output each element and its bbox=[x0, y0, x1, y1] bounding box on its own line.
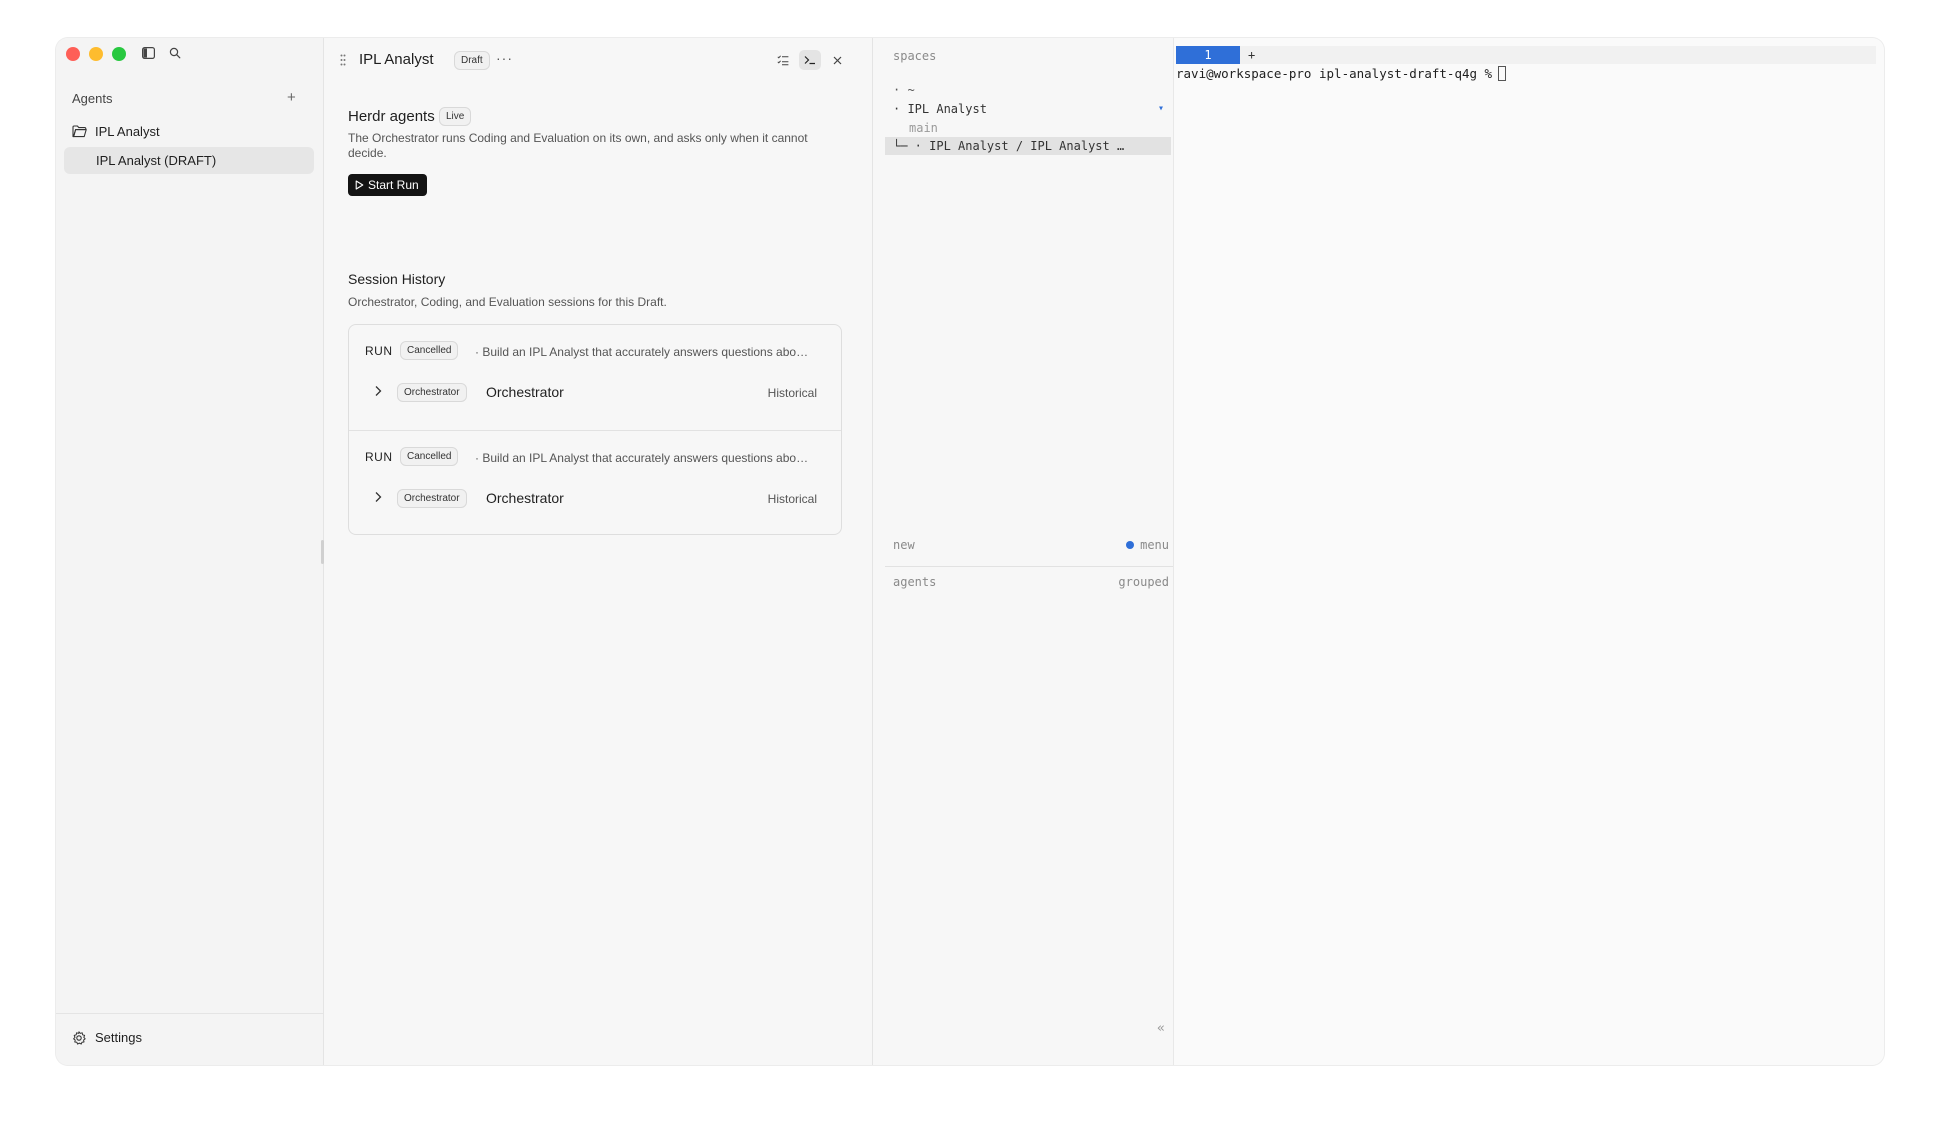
grouped-toggle[interactable]: grouped bbox=[1118, 575, 1169, 589]
herdr-description: The Orchestrator runs Coding and Evaluat… bbox=[348, 131, 808, 160]
terminal-prompt: ravi@workspace-pro ipl-analyst-draft-q4g… bbox=[1176, 66, 1493, 81]
folder-icon bbox=[72, 124, 87, 137]
new-space-button[interactable]: new bbox=[893, 538, 915, 552]
run-status-badge: Cancelled bbox=[400, 447, 459, 466]
gear-icon bbox=[73, 1030, 86, 1045]
chevron-right-icon[interactable] bbox=[373, 385, 383, 397]
run-label: RUN bbox=[365, 344, 393, 358]
status-badge: Draft bbox=[454, 51, 490, 70]
chevron-right-icon[interactable] bbox=[373, 491, 383, 503]
terminal-pane[interactable]: 1 + ravi@workspace-pro ipl-analyst-draft… bbox=[1174, 38, 1884, 1065]
caret-down-icon[interactable]: ▾ bbox=[1158, 103, 1164, 114]
settings-button[interactable]: Settings bbox=[72, 1030, 142, 1045]
collapse-icon[interactable]: « bbox=[1157, 1021, 1165, 1036]
space-ipl-analyst[interactable]: · IPL Analyst bbox=[893, 102, 987, 116]
close-window-button[interactable] bbox=[66, 47, 80, 61]
close-icon bbox=[833, 56, 841, 64]
minimize-window-button[interactable] bbox=[89, 47, 103, 61]
agents-section-header: Agents bbox=[72, 91, 113, 106]
status-dot-icon bbox=[1126, 541, 1135, 549]
page-title: IPL Analyst bbox=[359, 51, 434, 68]
session-history-title: Session History bbox=[348, 271, 446, 287]
menu-button[interactable]: menu bbox=[1126, 538, 1169, 552]
run-description: · Build an IPL Analyst that accurately a… bbox=[475, 345, 809, 359]
terminal-icon bbox=[804, 56, 815, 65]
agent-panel: IPL Analyst Draft ··· Herdr agents Live … bbox=[324, 38, 873, 1065]
run-item[interactable]: RUN Cancelled · Build an IPL Analyst tha… bbox=[349, 325, 841, 429]
sidebar-toggle-icon[interactable] bbox=[142, 47, 155, 59]
run-label: RUN bbox=[365, 450, 393, 464]
session-state: Historical bbox=[767, 492, 817, 506]
agent-session-name[interactable]: Orchestrator bbox=[486, 384, 564, 400]
spaces-label: spaces bbox=[893, 49, 937, 63]
session-history-subtitle: Orchestrator, Coding, and Evaluation ses… bbox=[348, 295, 667, 309]
space-session-item[interactable]: └─ · IPL Analyst / IPL Analyst … bbox=[885, 137, 1171, 155]
play-icon bbox=[355, 180, 364, 190]
sidebar-item-ipl-analyst-draft[interactable]: IPL Analyst (DRAFT) bbox=[64, 147, 314, 174]
terminal-tab-bar: 1 + bbox=[1176, 46, 1876, 64]
terminal-prompt-line[interactable]: ravi@workspace-pro ipl-analyst-draft-q4g… bbox=[1176, 66, 1507, 81]
menu-label: menu bbox=[1140, 538, 1169, 552]
folder-label: IPL Analyst bbox=[95, 123, 160, 139]
maximize-window-button[interactable] bbox=[112, 47, 126, 61]
spaces-divider bbox=[885, 566, 1173, 567]
run-description: · Build an IPL Analyst that accurately a… bbox=[475, 451, 809, 465]
agent-role-badge: Orchestrator bbox=[397, 383, 467, 402]
task-list-button[interactable] bbox=[772, 50, 794, 70]
terminal-toggle-button[interactable] bbox=[799, 50, 821, 70]
sidebar-folder-ipl-analyst[interactable]: IPL Analyst bbox=[72, 121, 160, 141]
spaces-panel: spaces · ~ · IPL Analyst ▾ main └─ · IPL… bbox=[873, 38, 1174, 1065]
sidebar-divider bbox=[56, 1013, 323, 1014]
checklist-icon bbox=[777, 54, 789, 65]
agent-session-name[interactable]: Orchestrator bbox=[486, 490, 564, 506]
agent-role-badge: Orchestrator bbox=[397, 489, 467, 508]
add-agent-button[interactable]: + bbox=[287, 89, 296, 106]
search-icon[interactable] bbox=[169, 47, 181, 59]
sidebar: Agents + IPL Analyst IPL Analyst (DRAFT)… bbox=[56, 38, 324, 1065]
start-run-label: Start Run bbox=[368, 178, 419, 192]
terminal-cursor bbox=[1498, 66, 1507, 81]
terminal-tab[interactable]: 1 bbox=[1176, 46, 1240, 64]
session-state: Historical bbox=[767, 386, 817, 400]
branch-main: main bbox=[909, 121, 938, 135]
settings-label: Settings bbox=[95, 1030, 142, 1045]
close-panel-button[interactable] bbox=[826, 50, 848, 70]
session-history-list: RUN Cancelled · Build an IPL Analyst tha… bbox=[348, 324, 842, 535]
run-status-badge: Cancelled bbox=[400, 341, 459, 360]
add-terminal-tab-button[interactable]: + bbox=[1248, 46, 1255, 64]
run-item[interactable]: RUN Cancelled · Build an IPL Analyst tha… bbox=[349, 430, 841, 535]
app-window: Agents + IPL Analyst IPL Analyst (DRAFT)… bbox=[56, 38, 1884, 1065]
start-run-button[interactable]: Start Run bbox=[348, 174, 427, 196]
drag-handle-icon[interactable] bbox=[340, 54, 346, 66]
live-badge: Live bbox=[439, 107, 472, 126]
agents-label: agents bbox=[893, 575, 937, 589]
space-home[interactable]: · ~ bbox=[893, 83, 915, 97]
more-options-button[interactable]: ··· bbox=[496, 50, 513, 66]
herdr-agents-title: Herdr agents bbox=[348, 108, 435, 125]
